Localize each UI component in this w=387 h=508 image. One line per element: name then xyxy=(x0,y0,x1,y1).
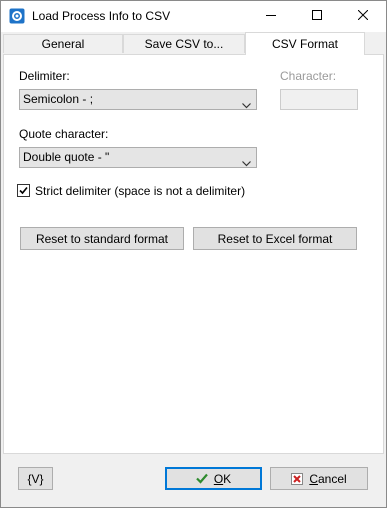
app-gear-icon xyxy=(9,8,25,24)
quote-character-value: Double quote - " xyxy=(23,150,110,164)
ok-button[interactable]: OK xyxy=(165,467,262,490)
tab-csv-format[interactable]: CSV Format xyxy=(245,32,365,55)
ok-accelerator: O xyxy=(213,471,224,486)
title-bar[interactable]: Load Process Info to CSV xyxy=(1,1,386,32)
dialog-window: Load Process Info to CSV General Save CS… xyxy=(0,0,387,508)
tab-general[interactable]: General xyxy=(3,34,123,53)
chevron-down-icon xyxy=(242,154,251,167)
cancel-label-rest: ancel xyxy=(317,471,347,486)
checkmark-icon xyxy=(196,473,208,484)
tab-save-csv-to[interactable]: Save CSV to... xyxy=(123,34,245,53)
tab-strip: General Save CSV to... CSV Format xyxy=(3,32,386,55)
chevron-down-icon xyxy=(242,96,251,109)
reset-excel-format-button[interactable]: Reset to Excel format xyxy=(193,227,357,250)
character-input[interactable] xyxy=(280,89,358,110)
ok-label-rest: K xyxy=(223,471,232,486)
cancel-button[interactable]: Cancel xyxy=(270,467,368,490)
strict-delimiter-label[interactable]: Strict delimiter (space is not a delimit… xyxy=(35,184,245,198)
window-title: Load Process Info to CSV xyxy=(32,9,171,23)
delimiter-select[interactable]: Semicolon - ; xyxy=(19,89,257,110)
quote-character-select[interactable]: Double quote - " xyxy=(19,147,257,168)
cancel-label: Cancel xyxy=(309,472,346,486)
quote-character-label: Quote character: xyxy=(19,127,109,141)
ok-label: OK xyxy=(214,472,231,486)
delimiter-label: Delimiter: xyxy=(19,69,70,83)
csv-format-page: Delimiter: Semicolon - ; Character: Quot… xyxy=(3,54,384,454)
strict-delimiter-checkbox[interactable] xyxy=(17,184,30,197)
character-label: Character: xyxy=(280,69,337,83)
close-button[interactable] xyxy=(340,1,386,31)
minimize-icon xyxy=(266,9,276,23)
maximize-button[interactable] xyxy=(294,1,340,31)
cancel-accelerator: C xyxy=(309,471,318,486)
minimize-button[interactable] xyxy=(248,1,294,31)
maximize-icon xyxy=(312,9,322,23)
variables-button[interactable]: {V} xyxy=(18,467,53,490)
delimiter-value: Semicolon - ; xyxy=(23,92,94,106)
reset-standard-format-button[interactable]: Reset to standard format xyxy=(20,227,184,250)
cancel-x-icon xyxy=(291,472,304,485)
close-icon xyxy=(357,9,369,23)
